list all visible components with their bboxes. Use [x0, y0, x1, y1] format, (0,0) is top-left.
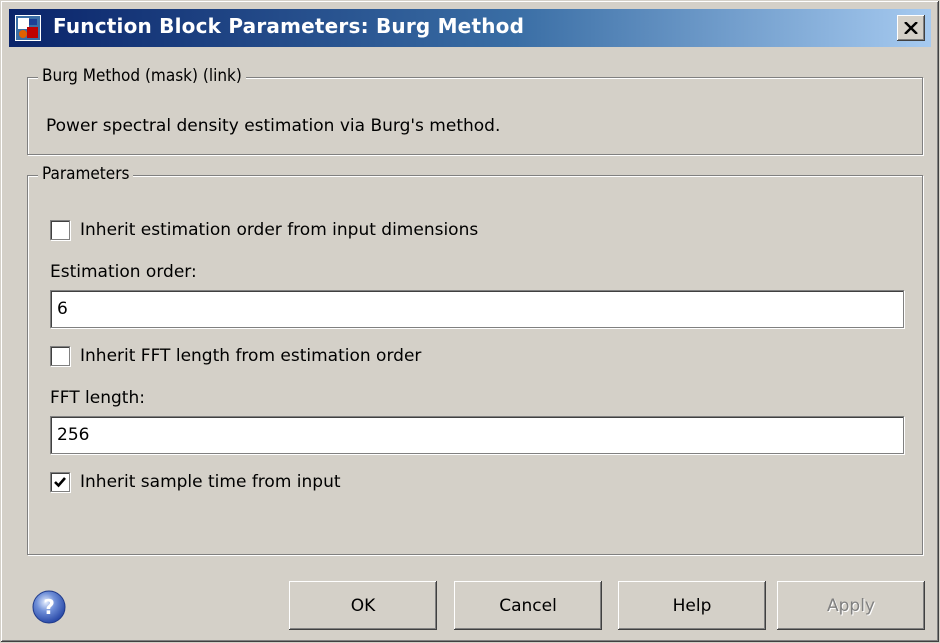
- estimation-order-label: Estimation order:: [50, 262, 197, 282]
- simulink-block-icon: [15, 15, 41, 41]
- fft-length-label: FFT length:: [50, 388, 145, 408]
- inherit-sample-time-label[interactable]: Inherit sample time from input: [80, 472, 341, 492]
- description-group-title: Burg Method (mask) (link): [38, 66, 246, 86]
- cancel-button[interactable]: Cancel: [454, 581, 602, 630]
- close-button[interactable]: [897, 15, 925, 41]
- block-description: Power spectral density estimation via Bu…: [46, 116, 501, 136]
- fft-length-field[interactable]: [50, 416, 904, 454]
- inherit-order-checkbox[interactable]: [50, 220, 70, 240]
- title-bar[interactable]: Function Block Parameters: Burg Method: [9, 9, 931, 47]
- apply-button[interactable]: Apply: [777, 581, 925, 630]
- inherit-fft-label[interactable]: Inherit FFT length from estimation order: [80, 346, 421, 366]
- dialog-window: Function Block Parameters: Burg Method B…: [0, 0, 940, 643]
- svg-text:?: ?: [43, 595, 55, 619]
- estimation-order-field[interactable]: [50, 290, 904, 328]
- window-title: Function Block Parameters: Burg Method: [53, 14, 525, 38]
- help-icon[interactable]: ?: [31, 589, 67, 625]
- checkmark-icon: [54, 477, 66, 488]
- help-button[interactable]: Help: [618, 581, 766, 630]
- inherit-sample-time-checkbox[interactable]: [50, 472, 70, 492]
- parameters-group: Parameters Inherit estimation order from…: [27, 164, 923, 555]
- inherit-fft-checkbox[interactable]: [50, 346, 70, 366]
- close-icon: [904, 19, 918, 38]
- ok-button[interactable]: OK: [289, 581, 437, 630]
- parameters-group-title: Parameters: [38, 164, 134, 184]
- description-group: Burg Method (mask) (link) Power spectral…: [27, 66, 923, 155]
- inherit-order-label[interactable]: Inherit estimation order from input dime…: [80, 220, 478, 240]
